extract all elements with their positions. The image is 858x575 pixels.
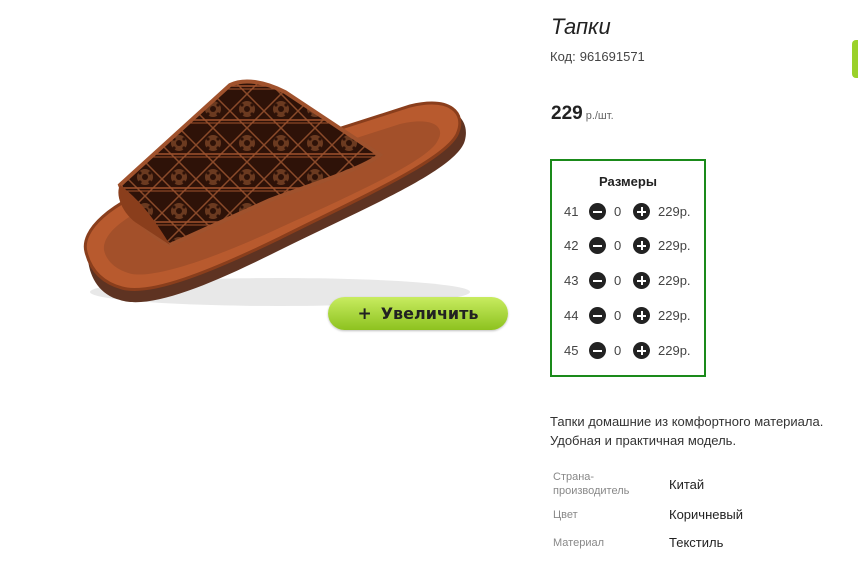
size-label: 41	[564, 204, 579, 219]
size-price: 229р.	[658, 238, 691, 253]
size-label: 42	[564, 238, 579, 253]
size-row: 45 0 229р.	[562, 341, 702, 361]
plus-icon[interactable]	[633, 272, 650, 289]
slipper-image	[83, 79, 470, 306]
size-label: 44	[564, 308, 579, 323]
zoom-button[interactable]: + Увеличить	[328, 297, 508, 330]
plus-icon: +	[357, 303, 372, 324]
minus-icon[interactable]	[589, 237, 606, 254]
side-tab[interactable]	[852, 40, 858, 78]
attr-value-color: Коричневый	[669, 507, 743, 522]
size-row: 41 0 229р.	[562, 202, 702, 222]
size-quantity: 0	[614, 308, 622, 323]
size-quantity: 0	[614, 343, 622, 358]
minus-icon[interactable]	[589, 342, 606, 359]
product-price: 229 р./шт.	[551, 103, 614, 125]
size-row: 44 0 229р.	[562, 306, 702, 326]
size-label: 45	[564, 343, 579, 358]
product-title: Тапки	[551, 14, 611, 39]
attr-label-country: Страна-производитель	[553, 471, 630, 497]
description-line: Тапки домашние из комфортного материала.	[550, 414, 824, 429]
size-price: 229р.	[658, 204, 691, 219]
product-image[interactable]	[60, 60, 480, 320]
size-quantity: 0	[614, 204, 622, 219]
minus-icon[interactable]	[589, 203, 606, 220]
minus-icon[interactable]	[589, 272, 606, 289]
plus-icon[interactable]	[633, 342, 650, 359]
product-code-label: Код:	[550, 49, 576, 64]
size-price: 229р.	[658, 343, 691, 358]
attr-value-material: Текстиль	[669, 535, 724, 550]
size-price: 229р.	[658, 273, 691, 288]
price-value: 229	[551, 103, 583, 124]
size-label: 43	[564, 273, 579, 288]
sizes-box: Размеры 41 0 229р. 42 0 229р. 43 0 229р.…	[550, 159, 706, 377]
size-row: 43 0 229р.	[562, 271, 702, 291]
attr-value-country: Китай	[669, 477, 705, 492]
price-unit: р./шт.	[585, 110, 614, 122]
attr-label-color: Цвет	[553, 509, 578, 521]
product-description: Тапки домашние из комфортного материала.…	[550, 412, 855, 450]
size-row: 42 0 229р.	[562, 236, 702, 256]
minus-icon[interactable]	[589, 307, 606, 324]
size-quantity: 0	[614, 238, 622, 253]
size-quantity: 0	[614, 273, 622, 288]
plus-icon[interactable]	[633, 203, 650, 220]
product-code-value: 961691571	[579, 49, 645, 64]
product-code: Код: 961691571	[550, 49, 645, 64]
zoom-button-label: Увеличить	[380, 304, 479, 323]
sizes-title: Размеры	[599, 174, 657, 189]
plus-icon[interactable]	[633, 237, 650, 254]
size-price: 229р.	[658, 308, 691, 323]
plus-icon[interactable]	[633, 307, 650, 324]
attr-label-material: Материал	[553, 537, 604, 549]
description-line: Удобная и практичная модель.	[550, 433, 737, 448]
